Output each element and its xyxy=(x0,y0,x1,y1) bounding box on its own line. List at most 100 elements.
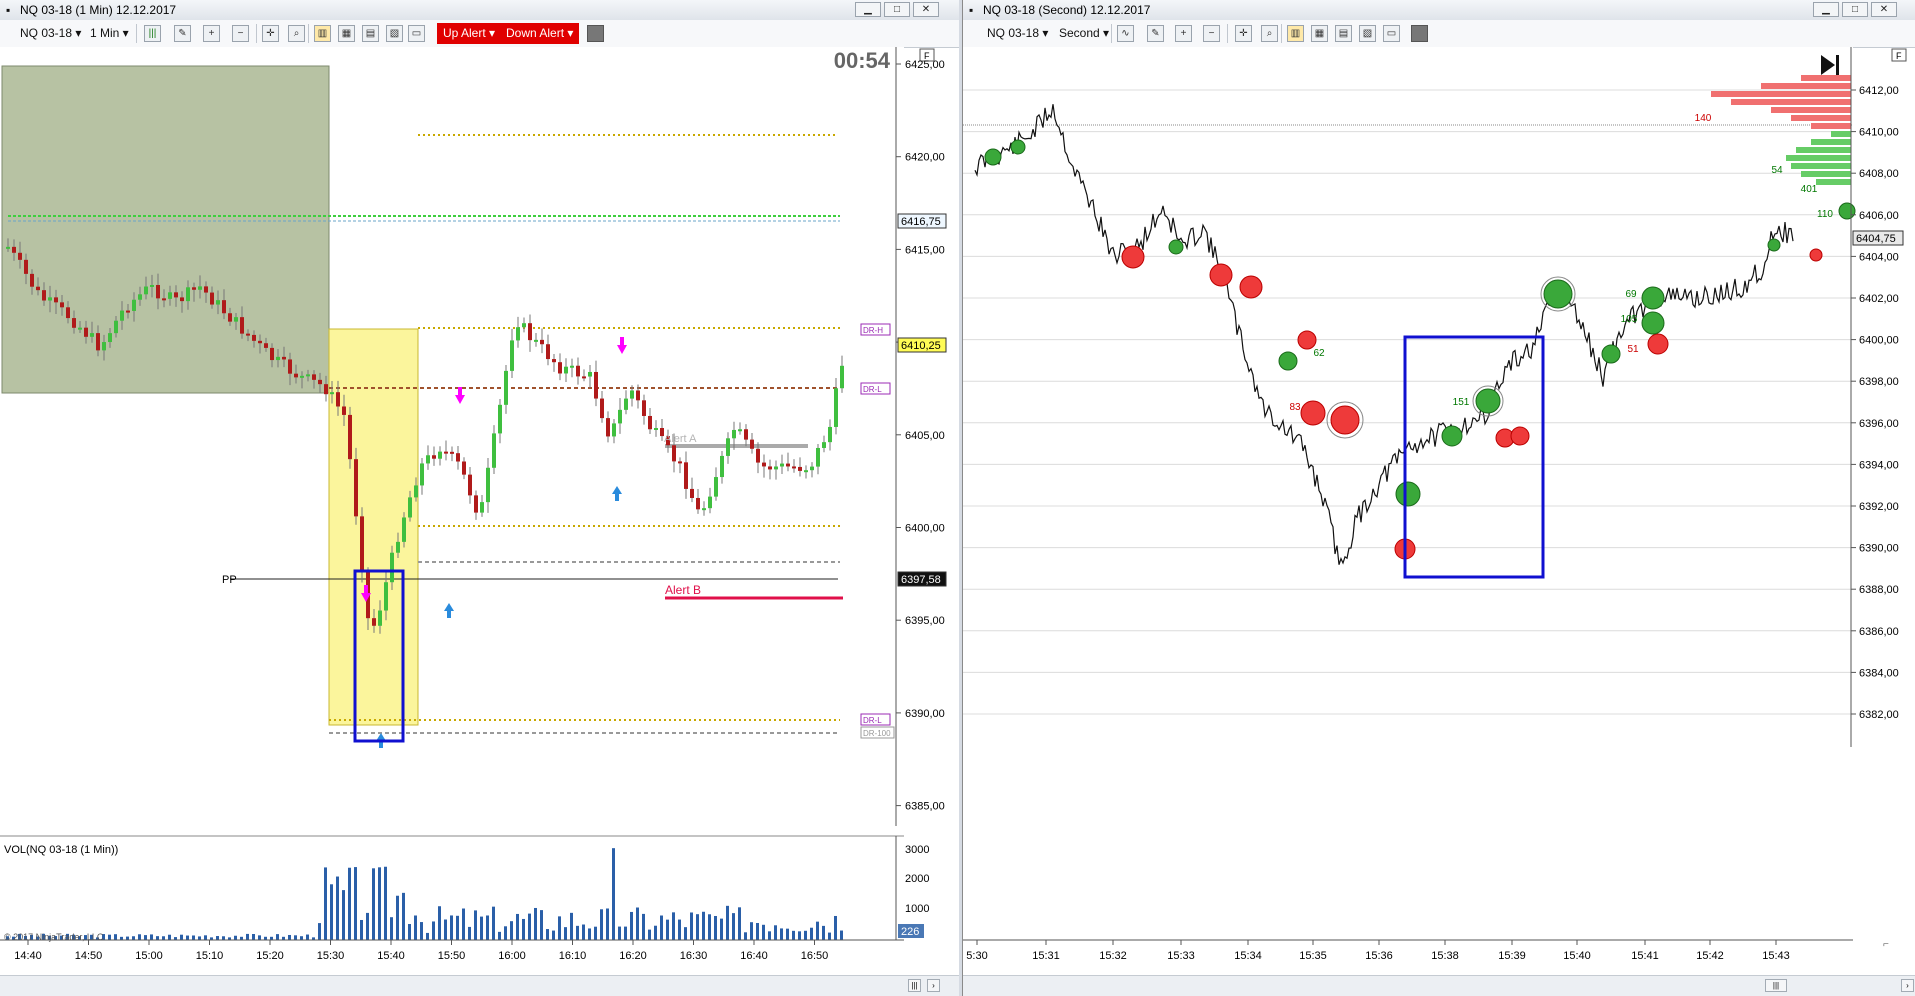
bubble-label: 54 xyxy=(1771,165,1783,176)
strategies-icon-right[interactable]: ▦ xyxy=(1311,25,1328,42)
up-alert-button[interactable]: Up Alert ▾ xyxy=(437,23,502,44)
price-tick-label-right: 6408,00 xyxy=(1859,168,1899,180)
price-tick-label: 6400,00 xyxy=(905,523,945,535)
time-tick-label: 15:50 xyxy=(438,950,466,962)
chart-window-1min: ▪ NQ 03-18 (1 Min) 12.12.2017 ▁ □ ✕ NQ 0… xyxy=(0,0,960,996)
close-button-right[interactable]: ✕ xyxy=(1871,2,1897,17)
price-tick-label: 6405,00 xyxy=(905,430,945,442)
time-tick-label-right: 15:34 xyxy=(1234,950,1262,962)
chart-toolbar-right: NQ 03-18 ▾ Second ▾ ∿ ✎ + − ✛ ⌕ ▥ ▦ ▤ ▧ … xyxy=(963,20,1915,48)
line-type-icon[interactable]: ∿ xyxy=(1117,25,1134,42)
time-tick-label: 16:50 xyxy=(801,950,829,962)
bubble-label: 140 xyxy=(1695,113,1712,124)
properties-icon-right[interactable]: ▤ xyxy=(1335,25,1352,42)
scroll-thumb[interactable]: ||| xyxy=(908,979,921,992)
time-tick-label-right: 15:43 xyxy=(1762,950,1790,962)
alert-a-label: Alert A xyxy=(664,433,697,445)
alert-b-label: Alert B xyxy=(665,583,701,597)
time-tick-label-right: 15:41 xyxy=(1631,950,1659,962)
price-tick-label: 6385,00 xyxy=(905,801,945,813)
bubble-label: 105 xyxy=(1621,314,1638,325)
title-bar[interactable]: ▪ NQ 03-18 (1 Min) 12.12.2017 ▁ □ ✕ xyxy=(0,0,959,21)
chart-window-second: ▪ NQ 03-18 (Second) 12.12.2017 ▁ □ ✕ NQ … xyxy=(962,0,1915,996)
minimize-button[interactable]: ▁ xyxy=(855,2,881,17)
f-button-right-label: F xyxy=(1896,51,1902,61)
up-alert-label: Up Alert xyxy=(443,26,486,40)
interval-selector[interactable]: 1 Min ▾ xyxy=(90,24,129,42)
interval-selector-right[interactable]: Second ▾ xyxy=(1059,24,1109,42)
down-alert-button[interactable]: Down Alert ▾ xyxy=(500,23,580,44)
close-button[interactable]: ✕ xyxy=(913,2,939,17)
volume-label: VOL(NQ 03-18 (1 Min)) xyxy=(4,844,118,856)
time-tick-label-right: 15:32 xyxy=(1099,950,1127,962)
price-tag-a: 6416,75 xyxy=(901,216,941,228)
price-tick-label-right: 6406,00 xyxy=(1859,210,1899,222)
down-alert-label: Down Alert xyxy=(506,26,565,40)
trade-panel-icon-right[interactable] xyxy=(1411,25,1428,42)
bubble-label: 110 xyxy=(1817,209,1833,220)
instrument-selector-right[interactable]: NQ 03-18 ▾ xyxy=(987,24,1048,42)
price-axis-right[interactable]: 6412,00 6410,00 6408,00 6406,00 6404,00 6402,… xyxy=(1851,85,1899,721)
time-axis[interactable]: 14:40 14:50 15:00 15:10 15:20 15:30 15:40 15:50… xyxy=(14,940,828,962)
price-chart-second[interactable]: 140 54 401 110 69 105 51 62 83 151 F 6412,00 6410,… xyxy=(963,47,1915,976)
price-tick-label-right: 6404,00 xyxy=(1859,251,1899,263)
window-title: NQ 03-18 (1 Min) 12.12.2017 xyxy=(20,3,177,17)
properties-icon[interactable]: ▤ xyxy=(362,25,379,42)
instrument-label-right: NQ 03-18 xyxy=(987,26,1040,40)
time-tick-label: 16:40 xyxy=(740,950,768,962)
time-tick-label-right: 15:35 xyxy=(1299,950,1327,962)
title-bar-right[interactable]: ▪ NQ 03-18 (Second) 12.12.2017 ▁ □ ✕ xyxy=(963,0,1915,21)
zoom-out-icon[interactable]: − xyxy=(232,25,249,42)
pencil-icon-right[interactable]: ✎ xyxy=(1147,25,1164,42)
scroll-thumb-right[interactable]: ||| xyxy=(1765,979,1787,992)
magnifier-icon-right[interactable]: ⌕ xyxy=(1261,25,1278,42)
magnifier-icon[interactable]: ⌕ xyxy=(288,25,305,42)
instrument-selector[interactable]: NQ 03-18 ▾ xyxy=(20,24,81,42)
crosshair-icon[interactable]: ✛ xyxy=(262,25,279,42)
time-tick-label: 15:20 xyxy=(256,950,284,962)
scroll-right-button[interactable]: › xyxy=(927,979,940,992)
instrument-label: NQ 03-18 xyxy=(20,26,73,40)
bubble-label: 69 xyxy=(1625,289,1637,300)
bubble-label: 83 xyxy=(1289,402,1301,413)
indicators-icon[interactable]: ▥ xyxy=(314,25,331,42)
zoom-out-icon-right[interactable]: − xyxy=(1203,25,1220,42)
horizontal-scrollbar-right[interactable]: ||| › xyxy=(963,975,1915,996)
crosshair-icon-right[interactable]: ✛ xyxy=(1235,25,1252,42)
chart-app-icon: ▪ xyxy=(6,3,11,17)
bar-timer: 00:54 xyxy=(834,48,891,73)
price-tick-label-right: 6402,00 xyxy=(1859,293,1899,305)
time-tick-label-right: 15:33 xyxy=(1167,950,1195,962)
price-tick-label-right: 6388,00 xyxy=(1859,584,1899,596)
trade-panel-icon[interactable] xyxy=(587,25,604,42)
last-price-tag: 6410,25 xyxy=(901,340,941,352)
time-tick-label: 15:30 xyxy=(317,950,345,962)
dr-l-tag: DR-L xyxy=(863,385,882,394)
price-tick-label-right: 6396,00 xyxy=(1859,418,1899,430)
interval-label-right: Second xyxy=(1059,26,1100,40)
maximize-button-right[interactable]: □ xyxy=(1842,2,1868,17)
templates-icon[interactable]: ▧ xyxy=(386,25,403,42)
time-tick-label: 16:10 xyxy=(559,950,587,962)
data-box-icon-right[interactable]: ▭ xyxy=(1383,25,1400,42)
time-tick-label: 15:40 xyxy=(377,950,405,962)
pp-price-tag: 6397,58 xyxy=(901,574,941,586)
time-tick-label-right: 15:38 xyxy=(1431,950,1459,962)
time-axis-right[interactable]: 5:30 15:31 15:32 15:33 15:34 15:35 15:36 15:38 1… xyxy=(966,940,1790,962)
price-chart-1min[interactable]: PP Alert B Alert A DR-H DR-L DR-L DR-100… xyxy=(0,47,959,976)
pencil-icon[interactable]: ✎ xyxy=(174,25,191,42)
minimize-button-right[interactable]: ▁ xyxy=(1813,2,1839,17)
strategies-icon[interactable]: ▦ xyxy=(338,25,355,42)
bar-type-icon[interactable]: ||| xyxy=(144,25,161,42)
bubble-label: 151 xyxy=(1453,397,1470,408)
zoom-in-icon[interactable]: + xyxy=(203,25,220,42)
horizontal-scrollbar[interactable]: ||| › xyxy=(0,975,959,996)
interval-label: 1 Min xyxy=(90,26,120,40)
zoom-in-icon-right[interactable]: + xyxy=(1175,25,1192,42)
bubble-label: 401 xyxy=(1801,184,1818,195)
scroll-right-button-right[interactable]: › xyxy=(1901,979,1914,992)
indicators-icon-right[interactable]: ▥ xyxy=(1287,25,1304,42)
templates-icon-right[interactable]: ▧ xyxy=(1359,25,1376,42)
data-box-icon[interactable]: ▭ xyxy=(408,25,425,42)
maximize-button[interactable]: □ xyxy=(884,2,910,17)
